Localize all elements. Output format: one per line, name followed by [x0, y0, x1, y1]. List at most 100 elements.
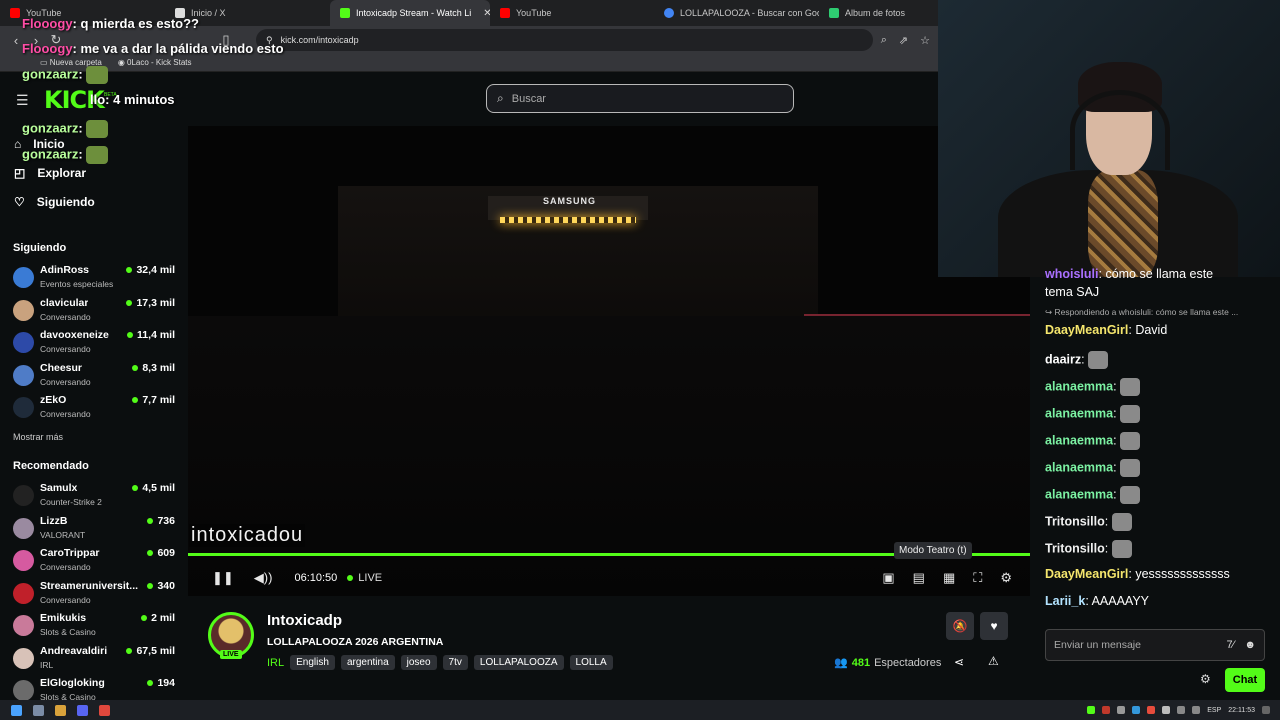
- tray-app-icon[interactable]: [1147, 706, 1156, 714]
- channel-row[interactable]: zEkO Conversando 7,7 mil: [13, 394, 175, 424]
- channel-row[interactable]: CaroTrippar Conversando 609: [13, 547, 175, 577]
- tag[interactable]: joseo: [400, 655, 437, 670]
- close-tab-icon[interactable]: ✕: [483, 8, 490, 19]
- share-icon[interactable]: ⇗: [899, 34, 908, 47]
- search-box[interactable]: ⌕: [486, 84, 794, 113]
- chat-message: alanaemma:: [1045, 432, 1141, 450]
- channel-row[interactable]: Andreavaldiri IRL 67,5 mil: [13, 645, 175, 675]
- channel-avatar: [13, 397, 34, 418]
- start-icon[interactable]: [11, 704, 22, 716]
- chat-message: Tritonsillo:: [1045, 513, 1132, 531]
- emote-image: [1111, 540, 1132, 558]
- theater-mode-icon[interactable]: ▦: [943, 570, 955, 586]
- chat-message: alanaemma:: [1045, 405, 1141, 423]
- volume-icon[interactable]: [1192, 706, 1201, 714]
- tab-album[interactable]: Album de fotos: [819, 0, 939, 26]
- clock[interactable]: 22:11:53: [1228, 707, 1255, 714]
- star-icon[interactable]: ☆: [920, 34, 930, 47]
- tray-app-icon[interactable]: [1132, 706, 1141, 714]
- channel-row[interactable]: Emikukis Slots & Casino 2 mil: [13, 612, 175, 642]
- viewer-count: 2 mil: [141, 612, 175, 624]
- explorer-icon[interactable]: [33, 704, 44, 716]
- clip-icon[interactable]: ▤: [913, 570, 925, 586]
- chat-username[interactable]: Larii_k: [1045, 594, 1085, 608]
- chat-username[interactable]: DaayMeanGirl: [1045, 323, 1128, 337]
- tab-google[interactable]: LOLLAPALOOZA - Buscar con Google: [654, 0, 819, 26]
- share-icon[interactable]: ⋖: [954, 655, 964, 669]
- search-input[interactable]: [511, 92, 772, 105]
- volume-icon[interactable]: ◀)): [254, 570, 273, 586]
- pause-icon[interactable]: ❚❚: [212, 570, 234, 586]
- chat-message: Larii_k: AAAAAYY: [1045, 594, 1150, 608]
- nav-siguiendo[interactable]: ♡ Siguiendo: [14, 195, 95, 209]
- emoji-icon[interactable]: ☻: [1244, 639, 1256, 651]
- channel-row[interactable]: AdinRoss Eventos especiales 32,4 mil: [13, 264, 175, 294]
- tag-list: IRL English argentina joseo 7tv LOLLAPAL…: [267, 655, 613, 670]
- zoom-icon[interactable]: ⌕: [881, 34, 887, 47]
- viewer-count: 67,5 mil: [126, 645, 175, 657]
- tag[interactable]: 7tv: [442, 655, 468, 670]
- chat-username[interactable]: alanaemma: [1045, 433, 1113, 447]
- channel-name[interactable]: Intoxicadp: [267, 612, 342, 629]
- chat-username[interactable]: Tritonsillo: [1045, 514, 1105, 528]
- tray-app-icon[interactable]: [1102, 706, 1111, 714]
- follow-button[interactable]: ♥: [980, 612, 1008, 640]
- nav-explorar[interactable]: ◰ Explorar: [14, 166, 86, 180]
- tab-kick-active[interactable]: Intoxicadp Stream - Watch Li ✕: [330, 0, 490, 26]
- channel-name: LizzB: [40, 514, 68, 527]
- folder-icon[interactable]: [55, 704, 66, 716]
- chat-username[interactable]: alanaemma: [1045, 460, 1113, 474]
- chat-username[interactable]: whoisluli: [1045, 267, 1098, 281]
- chat-settings-icon[interactable]: ⚙: [1200, 672, 1211, 686]
- tag[interactable]: English: [290, 655, 335, 670]
- channel-avatar: [13, 647, 34, 669]
- notifications-icon[interactable]: [1262, 706, 1270, 714]
- pip-icon[interactable]: ▣: [882, 570, 894, 586]
- tag[interactable]: LOLLA: [569, 655, 613, 670]
- sidebar: ⌂ Inicio ◰ Explorar ♡ Siguiendo Siguiendo A…: [0, 126, 188, 702]
- channel-avatar: [13, 332, 34, 353]
- network-icon[interactable]: [1177, 706, 1186, 714]
- tray-app-icon[interactable]: [1162, 706, 1171, 714]
- language-indicator[interactable]: ESP: [1207, 707, 1221, 714]
- chat-username[interactable]: DaayMeanGirl: [1045, 567, 1128, 581]
- brave-icon[interactable]: [99, 704, 110, 716]
- tray-app-icon[interactable]: [1087, 706, 1096, 714]
- show-more-link[interactable]: Mostrar más: [13, 432, 63, 442]
- tab-youtube-2[interactable]: YouTube: [490, 0, 654, 26]
- tag[interactable]: argentina: [340, 655, 395, 670]
- report-icon[interactable]: ⚠: [988, 654, 999, 668]
- chat-username[interactable]: alanaemma: [1045, 406, 1113, 420]
- channel-row[interactable]: Cheesur Conversando 8,3 mil: [13, 362, 175, 392]
- channel-row[interactable]: clavicular Conversando 17,3 mil: [13, 297, 175, 327]
- chat-username[interactable]: alanaemma: [1045, 487, 1113, 501]
- chat-input[interactable]: [1054, 639, 1227, 651]
- chat-input-box[interactable]: 7⁄ ☻: [1045, 629, 1265, 661]
- tray-app-icon[interactable]: [1117, 706, 1126, 714]
- youtube-icon: [500, 8, 510, 18]
- send-chat-button[interactable]: Chat: [1225, 668, 1265, 692]
- channel-row[interactable]: LizzB VALORANT 736: [13, 515, 175, 545]
- channel-row[interactable]: Samulx Counter-Strike 2 4,5 mil: [13, 482, 175, 512]
- fullscreen-icon[interactable]: ⛶: [973, 570, 982, 586]
- channel-category: Conversando: [40, 311, 91, 322]
- bookmark-kickstats[interactable]: ◉ 0Laco - Kick Stats: [118, 58, 192, 67]
- settings-icon[interactable]: ⚙: [1000, 570, 1012, 586]
- chat-username[interactable]: daairz: [1045, 352, 1081, 366]
- discord-icon[interactable]: [77, 704, 88, 716]
- channel-category: IRL: [40, 659, 54, 670]
- 7tv-icon[interactable]: 7⁄: [1226, 639, 1234, 651]
- chat-username[interactable]: Tritonsillo: [1045, 541, 1105, 555]
- viewer-count: 17,3 mil: [126, 297, 175, 309]
- notifications-button[interactable]: 🔕: [946, 612, 974, 640]
- tag[interactable]: LOLLAPALOOZA: [473, 655, 564, 670]
- viewer-count: 194: [147, 677, 175, 689]
- url-field[interactable]: ⚲ kick.com/intoxicadp: [256, 29, 873, 51]
- channel-row[interactable]: davooxeneize Conversando 11,4 mil: [13, 329, 175, 359]
- video-player[interactable]: SAMSUNG intoxicadou Modo Teatro (t) ❚❚ ◀…: [188, 126, 1030, 596]
- category-link[interactable]: IRL: [267, 657, 284, 669]
- menu-icon[interactable]: ☰: [16, 92, 29, 109]
- channel-row[interactable]: Streameruniversit... Conversando 340: [13, 580, 175, 610]
- chat-username[interactable]: alanaemma: [1045, 379, 1113, 393]
- channel-name: ElGlogloking: [40, 677, 105, 689]
